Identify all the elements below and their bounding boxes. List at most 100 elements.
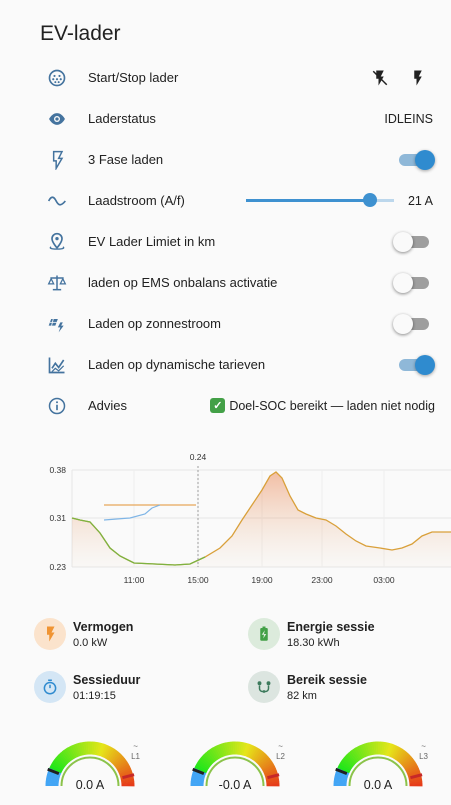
gauge-segment: [221, 750, 223, 751]
gauge-segment: [216, 752, 218, 753]
gauge-segment: [364, 750, 366, 751]
phase-label: ~L1: [131, 742, 140, 762]
check-icon: ✓: [210, 398, 225, 413]
gauge-segment: [55, 768, 56, 770]
gauge-segment: [402, 756, 404, 757]
gauge-segment: [345, 765, 346, 767]
gauge-l2[interactable]: ~L2 -0.0 A: [179, 724, 291, 800]
solar-power-icon: [46, 313, 68, 335]
gauge-value: -0.0 A: [179, 778, 291, 792]
row-current: Laadstroom (A/f) 21 A: [0, 180, 451, 221]
limit-km-toggle[interactable]: [399, 236, 429, 248]
gauge-segment: [270, 772, 271, 774]
timer-icon: [34, 671, 66, 703]
gauge-segment: [353, 756, 355, 757]
row-solar: Laden op zonnestroom: [0, 303, 451, 344]
ems-label: laden op EMS onbalans activatie: [88, 275, 277, 290]
gauge-segment: [397, 753, 399, 754]
gauge-segment: [348, 760, 349, 762]
current-label: Laadstroom (A/f): [88, 193, 185, 208]
energy-value: 18.30 kWh: [287, 637, 340, 649]
gauge-segment: [56, 767, 57, 769]
gauge-value: 0.0 A: [322, 778, 434, 792]
gauge-segment: [263, 761, 264, 763]
battery-charging-icon: [248, 618, 280, 650]
gauge-segment: [211, 755, 213, 756]
gauge-segment: [204, 762, 205, 764]
gauge-segment: [62, 759, 64, 761]
tile-power[interactable]: Vermogen 0.0 kW: [34, 618, 234, 658]
gauge-segment: [409, 764, 410, 766]
sine-wave-icon: [46, 190, 68, 212]
dynamic-toggle[interactable]: [399, 359, 429, 371]
gauge-segment: [399, 754, 401, 755]
gauge-segment: [259, 756, 261, 757]
tile-duration[interactable]: Sessieduur 01:19:15: [34, 671, 234, 711]
gauge-segment: [121, 764, 122, 766]
ems-toggle[interactable]: [399, 277, 429, 289]
xtick-label: 11:00: [124, 575, 145, 585]
row-limit-km: EV Lader Limiet in km: [0, 221, 451, 262]
gauge-segment: [220, 750, 222, 751]
gauge-segment: [202, 765, 203, 767]
gauge-segment: [270, 771, 271, 773]
status-value: IDLEINS: [384, 112, 433, 126]
solar-label: Laden op zonnestroom: [88, 316, 221, 331]
gauge-l3[interactable]: ~L3 0.0 A: [322, 724, 434, 800]
gauge-segment: [57, 765, 58, 767]
phase-label: ~L3: [419, 742, 428, 762]
flash-outline-icon: [46, 149, 68, 171]
flash-icon[interactable]: [408, 68, 428, 88]
current-slider[interactable]: [246, 199, 394, 202]
gauge-segment: [53, 774, 54, 776]
gauge-segment: [351, 758, 353, 760]
gauge-segment: [254, 753, 256, 754]
duration-label: Sessieduur: [73, 673, 140, 687]
gauge-segment: [100, 749, 102, 750]
gauge-segment: [223, 749, 225, 750]
gauge-segment: [368, 749, 370, 750]
gauge-segment: [109, 753, 111, 754]
xtick-label: 03:00: [373, 575, 395, 585]
gauge-segment: [201, 767, 202, 769]
gauge-segment: [208, 758, 210, 760]
gauge-segment: [200, 768, 201, 770]
gauge-segment: [411, 767, 412, 769]
gauge-segment: [408, 762, 409, 764]
row-status: Laderstatus IDLEINS: [0, 98, 451, 139]
gauge-segment: [354, 755, 356, 756]
tile-range[interactable]: Bereik sessie 82 km: [248, 671, 448, 711]
eye-icon: [46, 108, 68, 130]
gauge-segment: [114, 756, 116, 757]
gauge-segment: [198, 774, 199, 776]
flash-off-icon[interactable]: [370, 68, 390, 88]
gauge-segment: [257, 755, 259, 756]
gauge-segment: [104, 751, 106, 752]
gauge-segment: [395, 752, 397, 753]
duration-value: 01:19:15: [73, 690, 116, 702]
gauge-segment: [214, 753, 216, 754]
status-label: Laderstatus: [88, 111, 156, 126]
gauge-segment: [405, 759, 407, 761]
gauge-l1[interactable]: ~L1 0.0 A: [34, 724, 146, 800]
gauge-segment: [393, 751, 395, 752]
xtick-label: 15:00: [187, 575, 209, 585]
gauge-segment: [243, 749, 245, 750]
gauge-segment: [68, 754, 70, 755]
tile-energy[interactable]: Energie sessie 18.30 kWh: [248, 618, 448, 658]
gauge-segment: [125, 771, 126, 773]
gauge-segment: [390, 750, 392, 751]
gauge-segment: [366, 749, 368, 750]
price-chart[interactable]: 0.24 0.38 0.31 0.23 11:00 15:00 19:00 23…: [0, 448, 451, 598]
gauge-segment: [359, 752, 361, 753]
gauge-segment: [343, 768, 344, 770]
slider-thumb[interactable]: [363, 193, 377, 207]
ev-plug-icon: [46, 67, 68, 89]
gauge-segment: [124, 769, 125, 771]
ytick-label: 0.38: [49, 465, 66, 475]
solar-toggle[interactable]: [399, 318, 429, 330]
gauge-segment: [341, 774, 342, 776]
three-phase-toggle[interactable]: [399, 154, 429, 166]
gauge-segment: [71, 752, 73, 753]
scale-balance-icon: [46, 272, 68, 294]
